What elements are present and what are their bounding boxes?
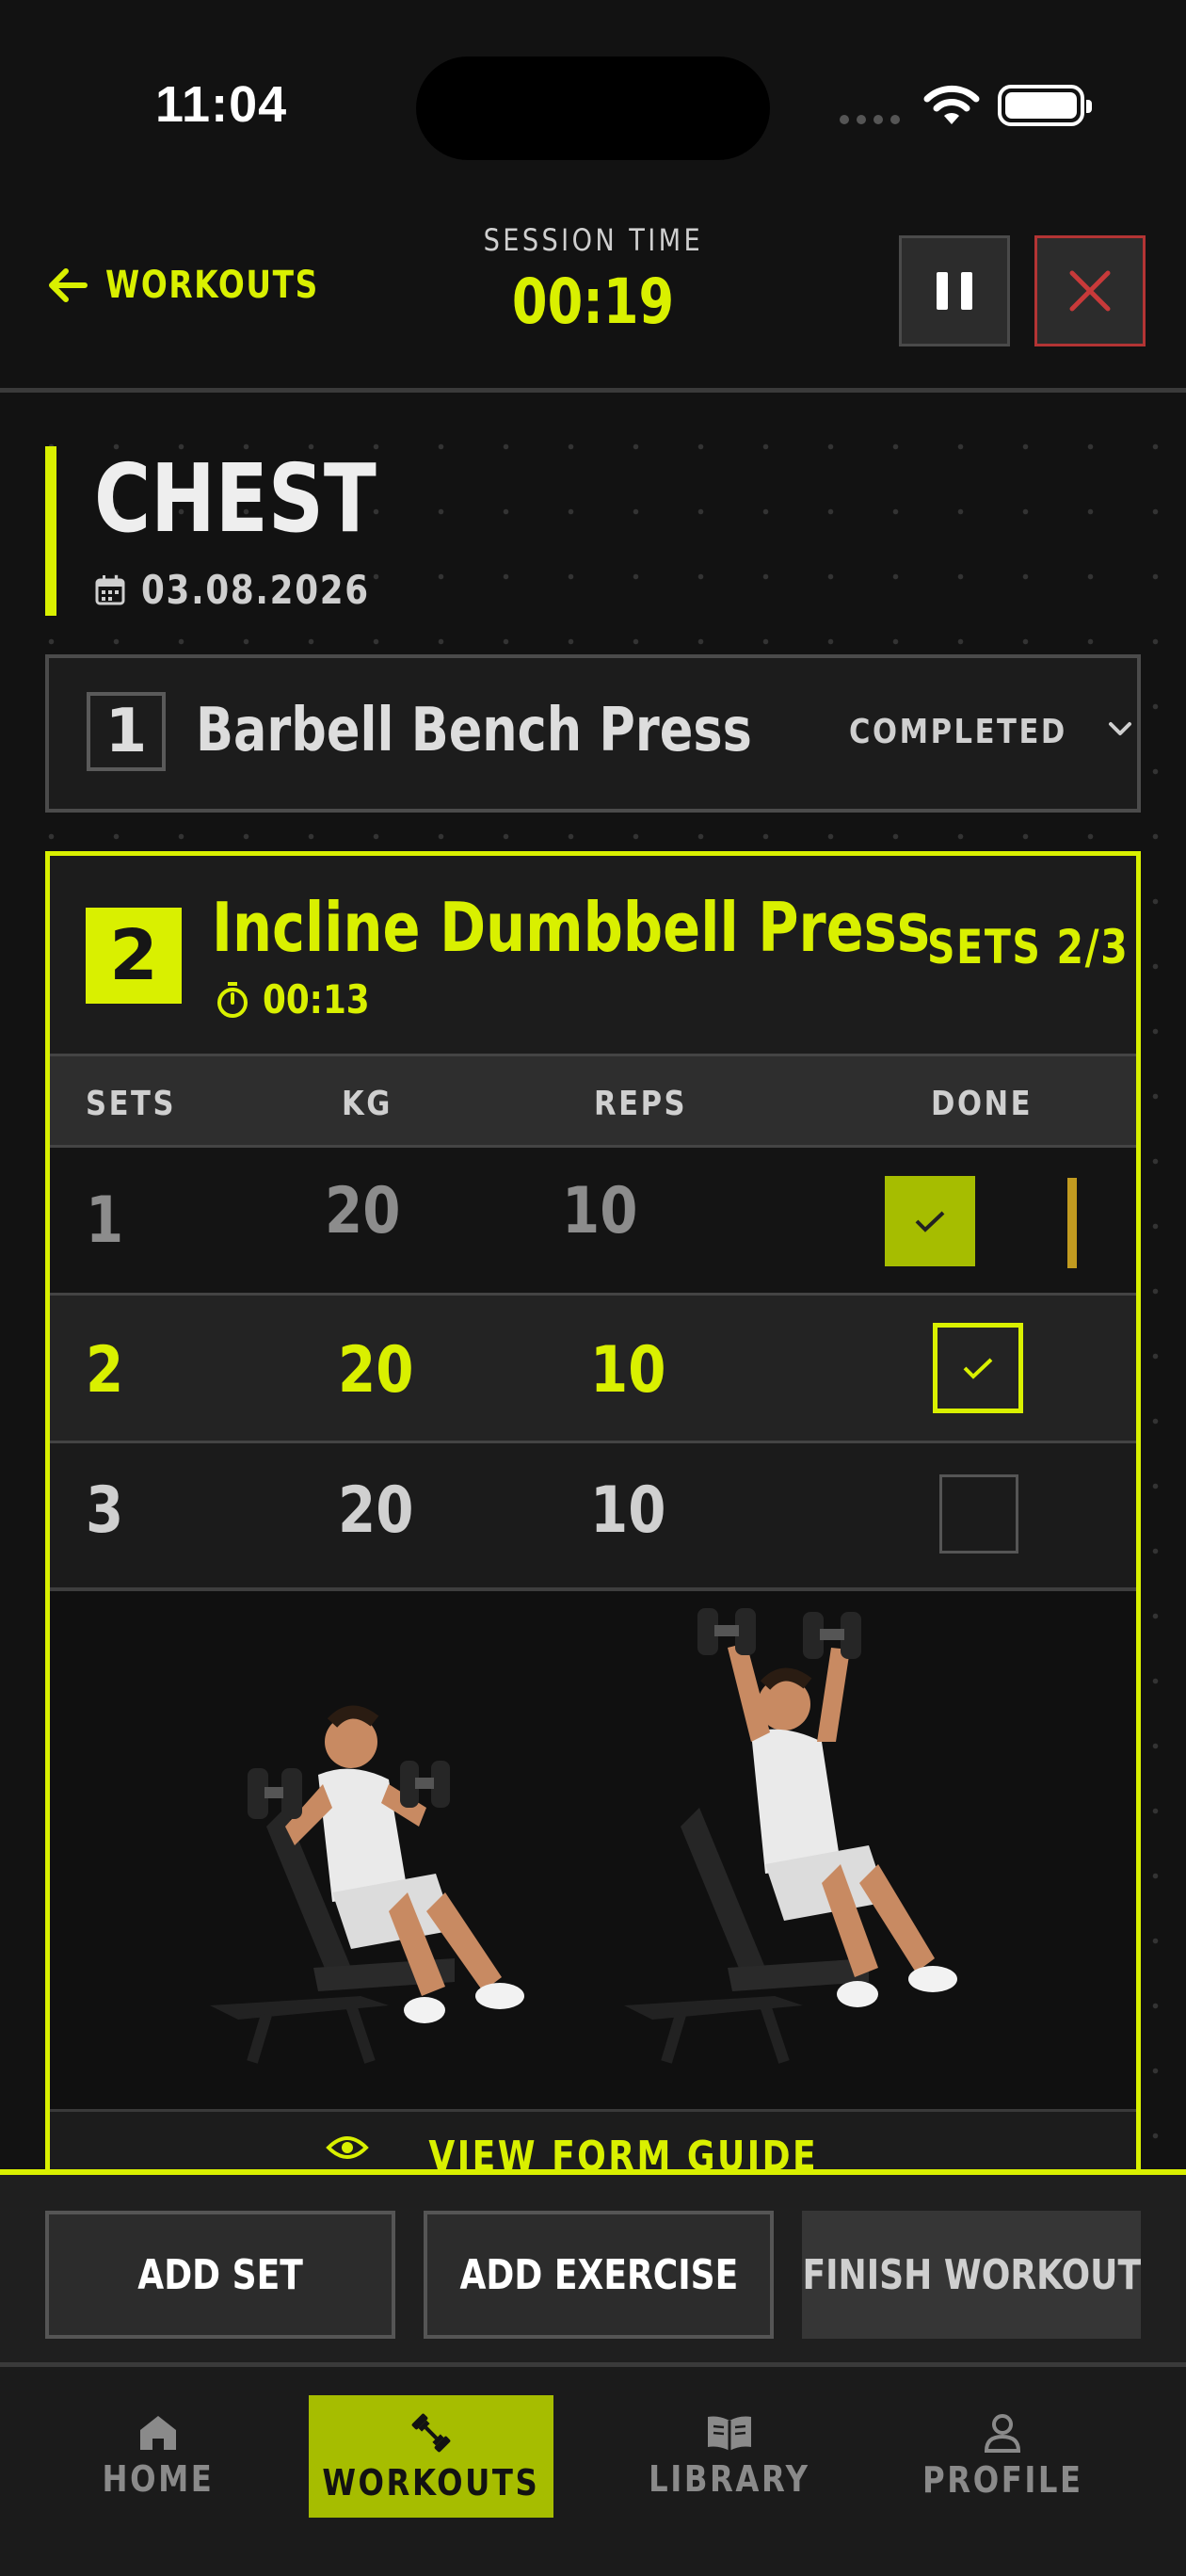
exercise-timer: 00:13 xyxy=(216,976,389,1022)
set-number: 3 xyxy=(86,1473,124,1548)
session-label: SESSION TIME xyxy=(483,222,703,258)
done-checkbox[interactable] xyxy=(885,1176,975,1266)
wifi-icon xyxy=(923,85,980,124)
date-text: 03.08.2026 xyxy=(141,567,370,613)
set-number: 1 xyxy=(86,1183,124,1258)
exercise-timer-text: 00:13 xyxy=(263,976,370,1022)
exercise-number: 1 xyxy=(87,692,166,771)
arrow-left-icon xyxy=(49,268,88,302)
check-icon xyxy=(963,1358,993,1379)
page-title: CHEST xyxy=(94,443,377,554)
add-set-label: ADD SET xyxy=(137,2250,303,2299)
set-kg[interactable]: 20 xyxy=(338,1333,413,1408)
col-kg: KG xyxy=(342,1085,393,1123)
battery-icon xyxy=(998,85,1092,126)
eye-icon xyxy=(325,2136,369,2159)
workout-title-block: CHEST 03.08.2026 xyxy=(45,446,439,616)
col-reps: REPS xyxy=(594,1085,688,1123)
done-checkbox[interactable] xyxy=(939,1474,1018,1554)
exercise-illustration xyxy=(50,1591,1136,2109)
add-set-button[interactable]: ADD SET xyxy=(45,2211,395,2339)
dynamic-island xyxy=(416,56,770,160)
tab-library-label: LIBRARY xyxy=(649,2458,810,2500)
set-row-2: 2 20 10 xyxy=(50,1296,1136,1443)
set-accent-bar xyxy=(1067,1178,1077,1268)
done-checkbox[interactable] xyxy=(933,1323,1023,1413)
tab-home[interactable]: HOME xyxy=(36,2395,280,2518)
tab-workouts[interactable]: WORKOUTS xyxy=(309,2395,553,2518)
set-reps[interactable]: 10 xyxy=(562,1174,637,1248)
set-kg[interactable]: 20 xyxy=(325,1174,400,1248)
dumbbell-icon xyxy=(411,2413,451,2453)
close-icon xyxy=(1069,270,1111,312)
incline-press-figure xyxy=(210,1608,957,2064)
clock: 11:04 xyxy=(155,76,288,133)
tab-library[interactable]: LIBRARY xyxy=(607,2395,852,2518)
exercise-name: Barbell Bench Press xyxy=(196,696,752,765)
col-done: DONE xyxy=(931,1085,1034,1123)
bottom-tab-bar: HOME WORKOUTS LIBRARY PROFILE xyxy=(0,2367,1186,2576)
set-row-1: 1 20 10 xyxy=(50,1148,1136,1296)
exercise-status: COMPLETED xyxy=(849,713,1067,751)
sets-table-header: SETS KG REPS DONE xyxy=(50,1054,1136,1148)
tab-workouts-label: WORKOUTS xyxy=(322,2462,540,2504)
exercise-name: Incline Dumbbell Press xyxy=(212,888,930,967)
session-time: 00:19 xyxy=(511,266,675,338)
tab-profile-label: PROFILE xyxy=(922,2459,1083,2501)
exercise-card-active: 2 Incline Dumbbell Press 00:13 SETS 2/3 … xyxy=(45,851,1141,2207)
workout-date: 03.08.2026 xyxy=(94,567,439,613)
stopwatch-icon xyxy=(217,981,248,1018)
chevron-down-icon[interactable] xyxy=(1106,715,1134,743)
sets-progress: SETS 2/3 xyxy=(927,920,1130,974)
back-button[interactable]: WORKOUTS xyxy=(47,264,366,307)
session-timer: SESSION TIME 00:19 xyxy=(405,222,781,338)
finish-workout-label: FINISH WORKOUT xyxy=(802,2250,1141,2299)
back-label: WORKOUTS xyxy=(105,264,319,307)
exercise-card-completed[interactable]: 1 Barbell Bench Press COMPLETED xyxy=(45,654,1141,813)
book-icon xyxy=(708,2416,751,2451)
set-reps[interactable]: 10 xyxy=(590,1473,665,1548)
signal-icon xyxy=(840,115,900,124)
home-icon xyxy=(140,2416,176,2450)
col-sets: SETS xyxy=(86,1085,177,1123)
header-divider xyxy=(0,388,1186,393)
close-button[interactable] xyxy=(1034,235,1146,346)
person-icon xyxy=(984,2414,1021,2453)
set-row-3: 3 20 10 xyxy=(50,1443,1136,1591)
tab-home-label: HOME xyxy=(102,2458,215,2500)
pause-button[interactable] xyxy=(899,235,1010,346)
set-reps[interactable]: 10 xyxy=(590,1333,665,1408)
set-number: 2 xyxy=(86,1333,124,1408)
check-icon xyxy=(915,1211,945,1232)
set-kg[interactable]: 20 xyxy=(338,1473,413,1548)
finish-workout-button[interactable]: FINISH WORKOUT xyxy=(802,2211,1141,2339)
action-bar: ADD SET ADD EXERCISE FINISH WORKOUT xyxy=(0,2169,1186,2367)
add-exercise-button[interactable]: ADD EXERCISE xyxy=(424,2211,774,2339)
tab-profile[interactable]: PROFILE xyxy=(880,2395,1125,2518)
add-exercise-label: ADD EXERCISE xyxy=(459,2250,738,2299)
status-bar: 11:04 xyxy=(0,0,1186,188)
exercise-number: 2 xyxy=(86,908,182,1004)
pause-icon xyxy=(937,272,948,310)
calendar-icon xyxy=(95,574,125,604)
